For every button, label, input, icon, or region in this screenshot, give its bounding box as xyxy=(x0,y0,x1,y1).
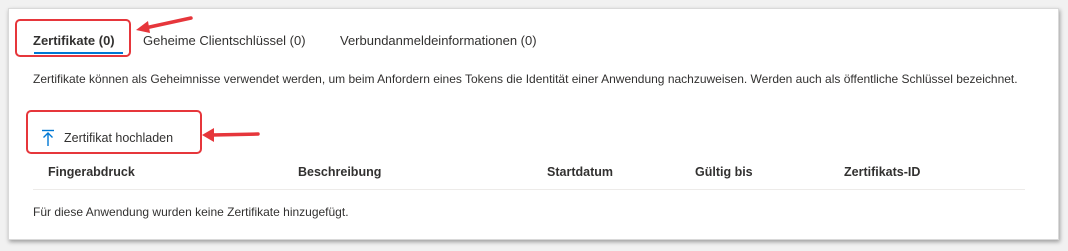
upload-certificate-button[interactable]: Zertifikat hochladen xyxy=(41,127,173,149)
column-header-thumbprint[interactable]: Fingerabdruck xyxy=(48,165,135,179)
upload-certificate-label: Zertifikat hochladen xyxy=(64,131,174,145)
tab-bar: Zertifikate (0) Geheime Clientschlüssel … xyxy=(9,9,1058,69)
tab-federated-credentials[interactable]: Verbundanmeldeinformationen (0) xyxy=(340,33,537,48)
certificates-table-header: Fingerabdruck Beschreibung Startdatum Gü… xyxy=(33,161,1025,190)
column-header-start-date[interactable]: Startdatum xyxy=(547,165,613,179)
certificates-description: Zertifikate können als Geheimnisse verwe… xyxy=(33,72,1018,86)
tab-certificates[interactable]: Zertifikate (0) xyxy=(33,33,115,48)
column-header-valid-until[interactable]: Gültig bis xyxy=(695,165,753,179)
tab-client-secrets[interactable]: Geheime Clientschlüssel (0) xyxy=(143,33,306,48)
column-header-certificate-id[interactable]: Zertifikats-ID xyxy=(844,165,920,179)
upload-icon xyxy=(41,129,55,147)
empty-table-message: Für diese Anwendung wurden keine Zertifi… xyxy=(33,205,349,219)
certificates-panel: Zertifikate (0) Geheime Clientschlüssel … xyxy=(8,8,1059,240)
column-header-description[interactable]: Beschreibung xyxy=(298,165,381,179)
active-tab-indicator xyxy=(34,52,123,54)
